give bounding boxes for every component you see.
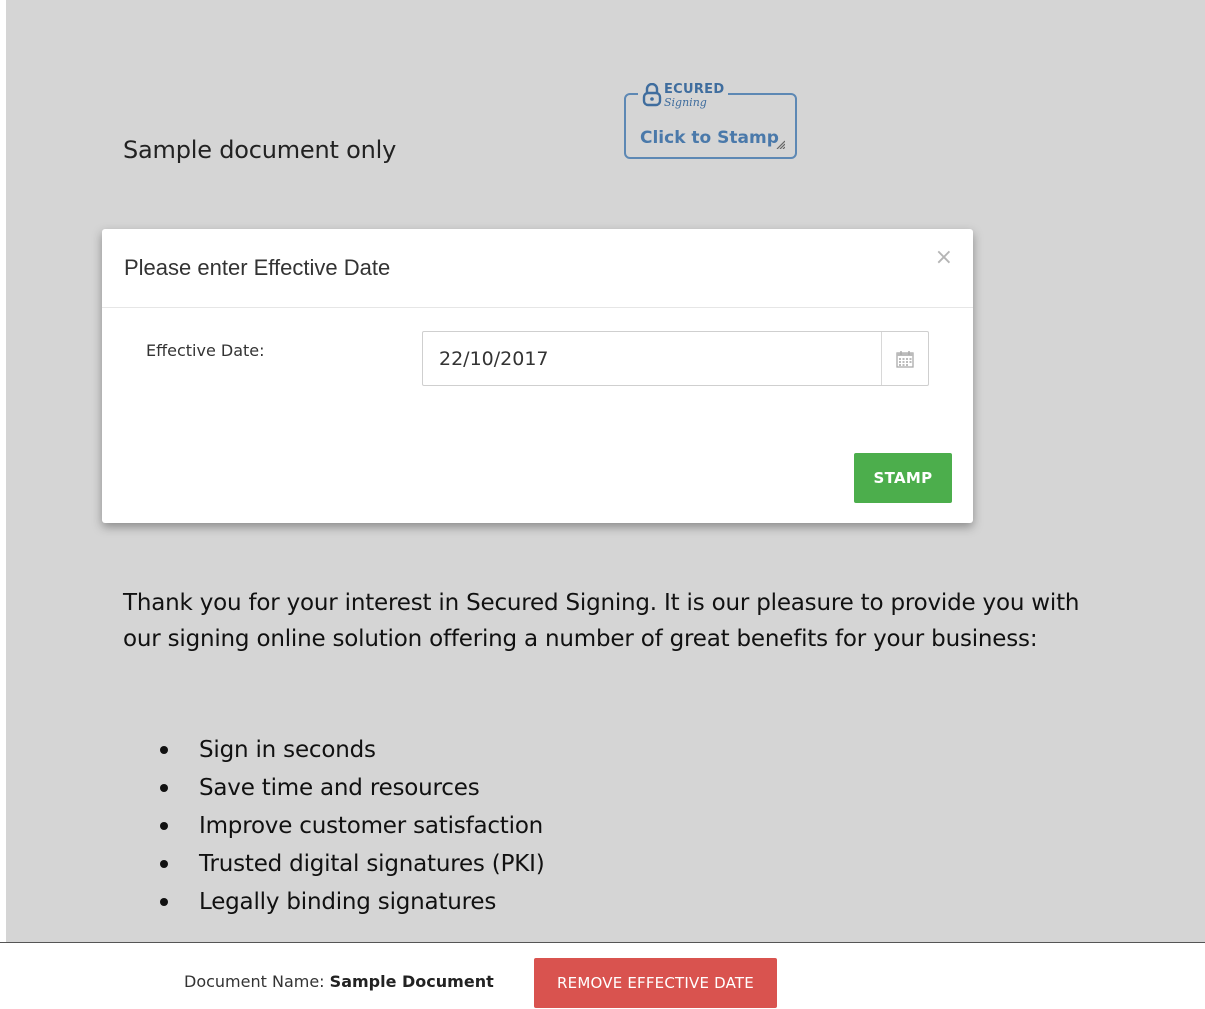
effective-date-input[interactable] [423, 332, 881, 385]
list-item: Trusted digital signatures (PKI) [123, 845, 545, 883]
list-item: Save time and resources [123, 769, 544, 807]
list-item-label: Sign in seconds [199, 737, 376, 763]
list-item-label: Improve customer satisfaction [199, 813, 544, 839]
secured-signing-logo: ECURED Signing [638, 81, 729, 109]
stamp-widget[interactable]: ECURED Signing Click to Stamp [624, 81, 797, 159]
list-item: Legally binding signatures [123, 883, 544, 921]
intro-paragraph: Thank you for your interest in Secured S… [123, 590, 1080, 652]
date-picker [422, 331, 929, 386]
list-item-label: Save time and resources [199, 775, 480, 801]
bullet-icon [160, 860, 168, 868]
effective-date-dialog: Please enter Effective Date × Effective … [102, 229, 973, 523]
calendar-button[interactable] [881, 332, 928, 385]
resize-handle-icon[interactable] [775, 139, 785, 149]
stamp-button[interactable]: STAMP [854, 453, 952, 503]
footer-bar: Document Name: Sample Document REMOVE EF… [0, 942, 1205, 1009]
effective-date-label: Effective Date: [146, 341, 265, 360]
bullet-icon [160, 898, 168, 906]
list-item: Sign in seconds [123, 731, 544, 769]
close-icon[interactable]: × [935, 247, 953, 269]
logo-subtitle: Signing [664, 95, 707, 109]
calendar-icon [896, 350, 914, 368]
document-heading: Sample document only [123, 136, 397, 164]
benefits-list: Sign in seconds Save time and resources … [123, 731, 545, 921]
document-name-value: Sample Document [329, 972, 494, 991]
list-item: Improve customer satisfaction [123, 807, 544, 845]
bullet-icon [160, 784, 168, 792]
list-item-label: Trusted digital signatures (PKI) [199, 851, 545, 877]
remove-effective-date-button[interactable]: REMOVE EFFECTIVE DATE [534, 958, 777, 1008]
document-name-label: Document Name: [184, 972, 325, 991]
stamp-label: Click to Stamp [640, 128, 779, 148]
logo-title: ECURED [664, 81, 725, 97]
dialog-header: Please enter Effective Date × [102, 229, 973, 308]
dialog-title: Please enter Effective Date [124, 255, 391, 280]
list-item-label: Legally binding signatures [199, 889, 497, 915]
bullet-icon [160, 822, 168, 830]
bullet-icon [160, 746, 168, 754]
document-name: Document Name: Sample Document [184, 972, 494, 991]
padlock-icon [642, 83, 662, 107]
